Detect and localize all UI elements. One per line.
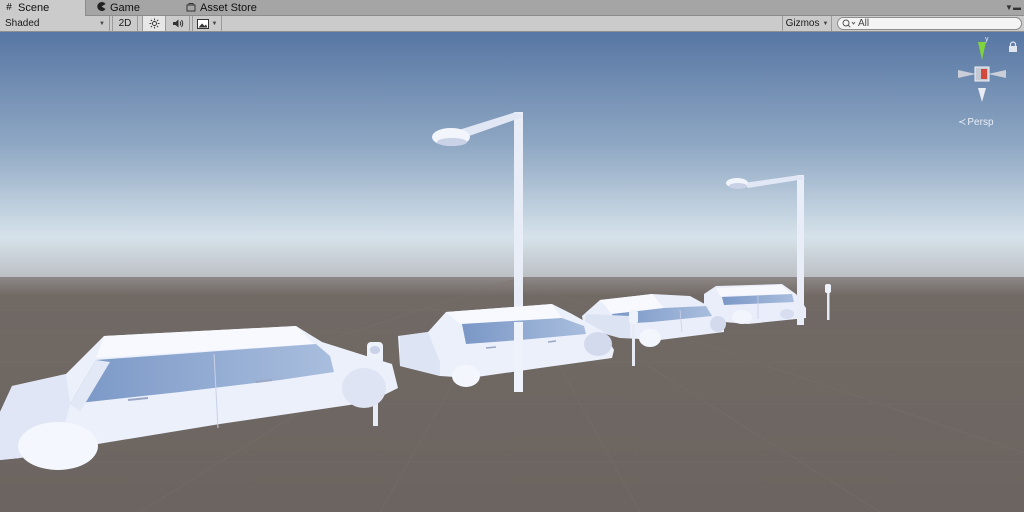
image-icon: [196, 18, 209, 29]
search-field[interactable]: [837, 17, 1022, 30]
projection-label: Persp: [967, 117, 994, 128]
projection-toggle[interactable]: ≺ Persp: [958, 117, 994, 128]
grid-icon: #: [6, 2, 12, 13]
pacman-icon: [96, 2, 106, 14]
tab-bar: # Scene Game Asset Store ▼▬: [0, 0, 1024, 16]
audio-toggle[interactable]: [166, 16, 190, 31]
back-chevron-icon: ≺: [958, 117, 967, 128]
draw-mode-label: Shaded: [5, 18, 40, 29]
tab-scene[interactable]: # Scene: [0, 0, 86, 16]
scene-viewport[interactable]: y ≺ Persp: [0, 32, 1024, 512]
tab-menu-icon[interactable]: ▼▬: [1005, 2, 1021, 12]
tab-scene-label: Scene: [18, 2, 50, 14]
tab-asset-store-label: Asset Store: [200, 2, 257, 14]
dropdown-arrow-icon: ▼: [211, 20, 218, 27]
sky: [0, 32, 1024, 282]
dropdown-arrow-icon: ▼: [822, 20, 829, 27]
gizmos-label: Gizmos: [785, 18, 820, 29]
lighting-toggle[interactable]: [142, 16, 166, 31]
scene-toolbar: Shaded ▼ 2D ▼ Gizmos ▼: [0, 16, 1024, 32]
tab-game[interactable]: Game: [92, 0, 172, 16]
search-icon: [842, 19, 856, 28]
speaker-icon: [172, 19, 183, 28]
store-icon: [186, 2, 196, 15]
lamp-1-pole-front: [514, 322, 523, 392]
sun-icon: [148, 18, 160, 29]
search-input[interactable]: [858, 18, 1018, 29]
svg-text:y: y: [985, 36, 989, 43]
gizmos-dropdown[interactable]: Gizmos ▼: [782, 16, 832, 31]
scene-render: y: [0, 32, 1024, 512]
effects-dropdown[interactable]: ▼: [192, 16, 222, 31]
dropdown-arrow-icon: ▼: [99, 20, 105, 27]
mode-2d-label: 2D: [118, 18, 132, 29]
draw-mode-dropdown[interactable]: Shaded ▼: [0, 16, 110, 31]
tab-asset-store[interactable]: Asset Store: [182, 0, 282, 16]
mode-2d-button[interactable]: 2D: [112, 16, 138, 31]
tab-game-label: Game: [110, 2, 140, 14]
